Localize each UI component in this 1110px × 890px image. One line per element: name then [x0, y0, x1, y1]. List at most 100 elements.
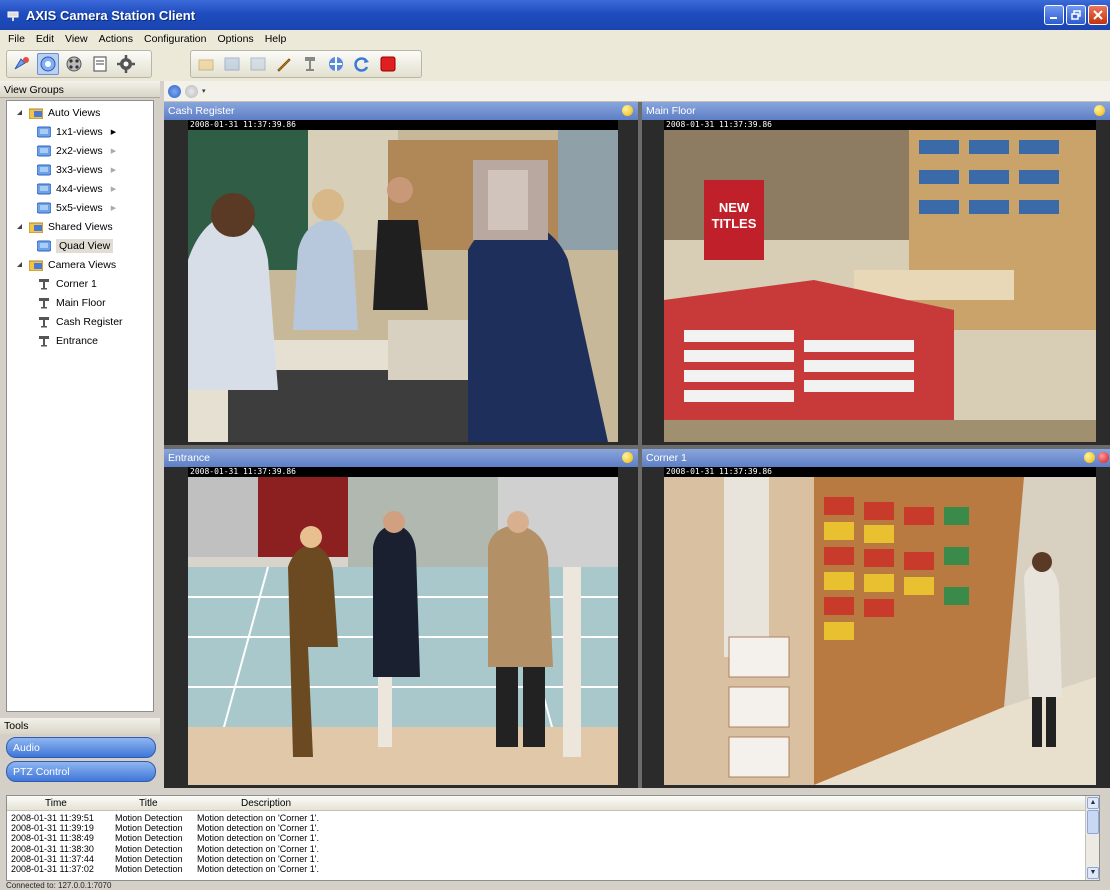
network-icon[interactable] [325, 53, 347, 75]
event-log-row[interactable]: 2008-01-31 11:37:44 Motion Detection Motio… [11, 854, 1081, 864]
menu-view[interactable]: View [65, 33, 88, 45]
camera-header: Main Floor [642, 102, 1110, 120]
report-icon[interactable] [89, 53, 111, 75]
folder-icon [29, 221, 43, 233]
camera-app-icon [6, 8, 20, 22]
view-layout-icon [37, 240, 51, 252]
tree-item-entrance[interactable]: Entrance [7, 331, 153, 350]
submenu-arrow-icon[interactable]: ▶ [111, 185, 116, 193]
column-header-time[interactable]: Time [45, 798, 67, 809]
tree-item-cash-register[interactable]: Cash Register [7, 312, 153, 331]
video-timestamp: 2008-01-31 11:37:39.86 [664, 120, 1096, 130]
menu-edit[interactable]: Edit [36, 33, 54, 45]
ptz-icon[interactable] [299, 53, 321, 75]
tree-item-4x4-views[interactable]: 4x4-views ▶ [7, 179, 153, 198]
view-layout-icon [37, 126, 51, 138]
tree-item-5x5-views[interactable]: 5x5-views ▶ [7, 198, 153, 217]
camera-video-feed[interactable]: 2008-01-31 11:37:39.86 [188, 120, 618, 442]
title-bar: AXIS Camera Station Client [0, 0, 1110, 30]
view-layout-icon [37, 164, 51, 176]
restore-icon[interactable] [1066, 5, 1086, 25]
event-title: Motion Detection [115, 833, 183, 844]
camera-cell-entrance[interactable]: Entrance 2008-01-31 11:37:39.86 [164, 449, 638, 788]
history-dropdown-icon[interactable]: ▾ [202, 87, 206, 95]
ptz-control-tool-button[interactable]: PTZ Control [6, 761, 156, 782]
menu-options[interactable]: Options [218, 33, 254, 45]
camera-title: Corner 1 [646, 452, 687, 464]
event-time: 2008-01-31 11:37:44 [11, 853, 94, 864]
submenu-arrow-icon[interactable]: ▶ [111, 204, 116, 212]
tree-item-camera-views[interactable]: Camera Views [7, 255, 153, 274]
camera-header: Cash Register [164, 102, 638, 120]
tree-item-auto-views[interactable]: Auto Views [7, 103, 153, 122]
tree-item-label: 4x4-views [56, 182, 103, 195]
refresh-icon[interactable] [351, 53, 373, 75]
scroll-up-icon[interactable]: ▲ [1087, 797, 1099, 809]
camera-video-feed[interactable]: 2008-01-31 11:37:39.86 [188, 467, 618, 785]
scroll-down-icon[interactable]: ▼ [1087, 867, 1099, 879]
camera-cell-corner-1[interactable]: Corner 1 2008-01-31 11:37:39.86 [642, 449, 1110, 788]
event-log-row[interactable]: 2008-01-31 11:39:19 Motion Detection Motio… [11, 823, 1081, 833]
back-arrow-icon[interactable] [168, 84, 181, 98]
submenu-arrow-icon[interactable]: ▶ [111, 166, 116, 174]
tree-item-shared-views[interactable]: Shared Views [7, 217, 153, 236]
tree-item-main-floor[interactable]: Main Floor [7, 293, 153, 312]
tree-item-1x1-views[interactable]: 1x1-views ▶ [7, 122, 153, 141]
tree-item-quad-view[interactable]: Quad View [7, 236, 153, 255]
column-header-title[interactable]: Title [139, 798, 158, 809]
camera-cell-cash-register[interactable]: Cash Register 2008-01-31 11:37:39.86 [164, 102, 638, 445]
tree-item-label: 2x2-views [56, 144, 103, 157]
event-log-row[interactable]: 2008-01-31 11:38:49 Motion Detection Motio… [11, 833, 1081, 843]
window-title: AXIS Camera Station Client [26, 7, 196, 23]
quad-view-icon[interactable] [37, 53, 59, 75]
collapse-triangle-icon[interactable] [15, 261, 23, 269]
settings-gear-icon[interactable] [115, 53, 137, 75]
forward-arrow-icon[interactable] [185, 84, 198, 98]
menu-help[interactable]: Help [265, 33, 287, 45]
event-description: Motion detection on 'Corner 1'. [197, 853, 320, 864]
submenu-arrow-icon[interactable]: ▶ [111, 128, 116, 136]
collapse-triangle-icon[interactable] [15, 223, 23, 231]
camera-cell-main-floor[interactable]: Main Floor 2008-01-31 11:37:39.86 NEW TI… [642, 102, 1110, 445]
toolbar [0, 48, 1110, 81]
audio-tool-button[interactable]: Audio [6, 737, 156, 758]
cash-register-scene [188, 130, 618, 442]
recordings-icon[interactable] [63, 53, 85, 75]
view-layout-icon [37, 183, 51, 195]
collapse-triangle-icon[interactable] [15, 109, 23, 117]
view-layout-icon [37, 202, 51, 214]
folder-icon [29, 107, 43, 119]
tree-item-label: Entrance [56, 334, 99, 347]
camera-video-feed[interactable]: 2008-01-31 11:37:39.86 [664, 467, 1096, 785]
event-time: 2008-01-31 11:39:51 [11, 813, 94, 823]
layout-icon[interactable] [247, 53, 269, 75]
camera-video-feed[interactable]: 2008-01-31 11:37:39.86 NEW TITLES [664, 120, 1096, 442]
event-log-row[interactable]: 2008-01-31 11:39:51 Motion Detection Motio… [11, 813, 1081, 823]
snapshot-icon[interactable] [195, 53, 217, 75]
zoom-icon[interactable] [221, 53, 243, 75]
tree-item-3x3-views[interactable]: 3x3-views ▶ [7, 160, 153, 179]
event-log-row[interactable]: 2008-01-31 11:37:02 Motion Detection Motio… [11, 864, 1081, 874]
camera-header: Corner 1 [642, 449, 1110, 467]
status-indicator-icon [622, 105, 633, 116]
tree-item-label: 1x1-views [56, 125, 103, 138]
menu-file[interactable]: File [8, 33, 25, 45]
tree-item-2x2-views[interactable]: 2x2-views ▶ [7, 141, 153, 160]
event-log-scrollbar[interactable]: ▲ ▼ [1085, 796, 1099, 880]
tools-header: Tools [0, 718, 160, 734]
event-description: Motion detection on 'Corner 1'. [197, 843, 320, 854]
tools-panel: Tools Audio PTZ Control [0, 718, 160, 788]
live-view-icon[interactable] [11, 53, 33, 75]
close-icon[interactable] [1088, 5, 1108, 25]
tree-item-corner-1[interactable]: Corner 1 [7, 274, 153, 293]
menu-configuration[interactable]: Configuration [144, 33, 206, 45]
scroll-thumb[interactable] [1087, 810, 1099, 834]
tree-item-label: Cash Register [56, 315, 123, 328]
event-log-row[interactable]: 2008-01-31 11:38:30 Motion Detection Motio… [11, 844, 1081, 854]
column-header-description[interactable]: Description [241, 798, 291, 809]
minimize-icon[interactable] [1044, 5, 1064, 25]
menu-actions[interactable]: Actions [99, 33, 133, 45]
submenu-arrow-icon[interactable]: ▶ [111, 147, 116, 155]
draw-pen-icon[interactable] [273, 53, 295, 75]
record-stop-icon[interactable] [377, 53, 399, 75]
